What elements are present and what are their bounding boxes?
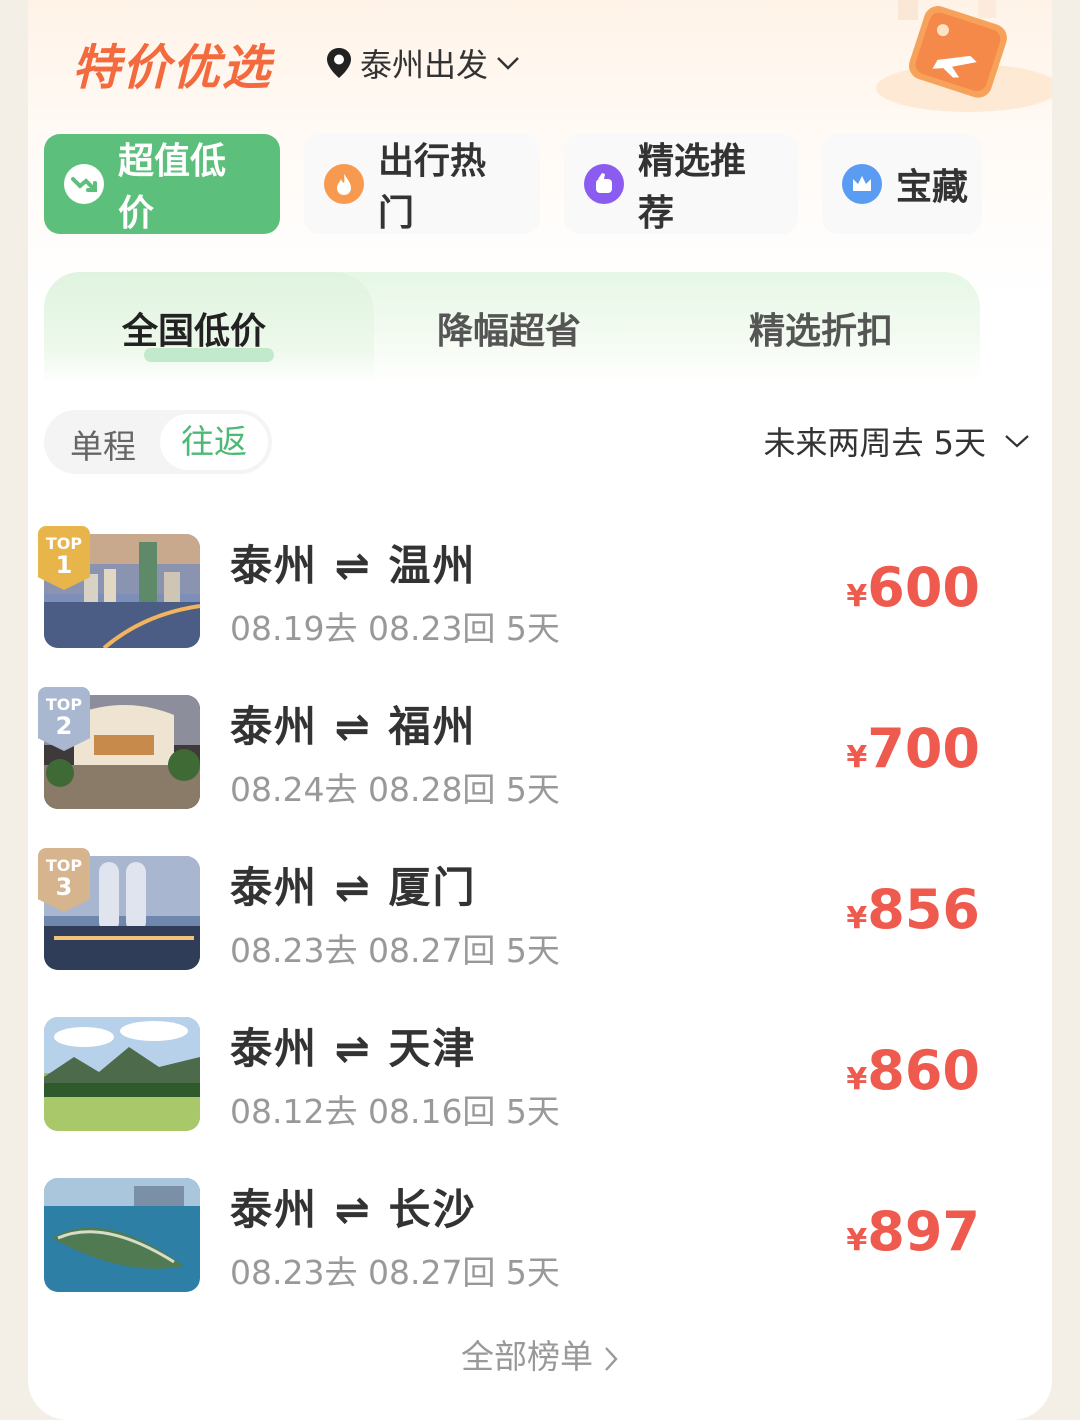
trip-dates: 08.24去 08.28回 5天 (230, 770, 560, 809)
view-all-label: 全部榜单 (461, 1337, 593, 1376)
route-price: ¥897 (846, 1200, 980, 1263)
route-row[interactable]: TOP 2 泰州 ⇌ 福州 08.24去 08.28回 5天 ¥700 (38, 687, 980, 852)
category-tab-label: 出行热门 (378, 141, 487, 234)
route-name: 泰州 ⇌ 福州 (230, 693, 476, 754)
price-value: 897 (867, 1200, 980, 1263)
route-name: 泰州 ⇌ 天津 (230, 1015, 476, 1076)
category-tabs: 超值低价 出行热门 精选推荐 宝藏 (44, 134, 1006, 234)
crown-icon (842, 164, 882, 204)
currency-symbol: ¥ (846, 1223, 868, 1258)
departure-city-label: 泰州出发 (360, 46, 489, 84)
category-tab-label: 超值低价 (118, 141, 227, 234)
origin-city: 泰州 (230, 541, 319, 590)
route-name: 泰州 ⇌ 厦门 (230, 854, 476, 915)
round-trip-option[interactable]: 往返 (160, 414, 268, 470)
route-price: ¥860 (846, 1039, 980, 1102)
price-value: 600 (867, 556, 980, 619)
period-selector[interactable]: 未来两周去 5天 (763, 418, 1030, 464)
destination-image (44, 1017, 200, 1131)
roundtrip-arrow-icon: ⇌ (334, 863, 372, 912)
origin-city: 泰州 (230, 1185, 319, 1234)
route-row[interactable]: TOP 1 泰州 ⇌ 温州 08.19去 08.23回 5天 ¥600 (38, 526, 980, 691)
rank-number: 1 (55, 551, 73, 579)
rank-number: 2 (55, 712, 73, 740)
subtab-national-low[interactable]: 全国低价 (122, 302, 266, 354)
route-price: ¥700 (846, 717, 980, 780)
subtab-bar: 全国低价 降幅超省 精选折扣 (44, 272, 980, 384)
origin-city: 泰州 (230, 863, 319, 912)
origin-city: 泰州 (230, 702, 319, 751)
route-row[interactable]: TOP 3 泰州 ⇌ 厦门 08.23去 08.27回 5天 ¥856 (38, 848, 980, 1013)
page-title: 特价优选 (72, 40, 273, 96)
category-tab-value[interactable]: 超值低价 (44, 134, 280, 234)
roundtrip-arrow-icon: ⇌ (334, 1024, 372, 1073)
category-tab-hot[interactable]: 出行热门 (304, 134, 540, 234)
currency-symbol: ¥ (846, 901, 868, 936)
period-label: 未来两周去 5天 (763, 424, 986, 462)
destination-city: 长沙 (388, 1185, 477, 1234)
flame-icon (324, 164, 364, 204)
trend-down-icon (64, 164, 104, 204)
rank-badge: TOP 2 (38, 687, 90, 751)
roundtrip-arrow-icon: ⇌ (334, 541, 372, 590)
trip-dates: 08.19去 08.23回 5天 (230, 609, 560, 648)
destination-city: 天津 (388, 1024, 477, 1073)
route-name: 泰州 ⇌ 温州 (230, 532, 476, 593)
category-tab-label: 宝藏 (896, 167, 969, 208)
roundtrip-arrow-icon: ⇌ (334, 702, 372, 751)
currency-symbol: ¥ (846, 740, 868, 775)
route-list: TOP 1 泰州 ⇌ 温州 08.19去 08.23回 5天 ¥600 TOP … (38, 526, 980, 1335)
subtab-price-drop[interactable]: 降幅超省 (437, 302, 581, 354)
ticket-illustration-icon (876, 0, 1052, 112)
origin-city: 泰州 (230, 1024, 319, 1073)
route-name: 泰州 ⇌ 长沙 (230, 1176, 476, 1237)
price-value: 856 (867, 878, 980, 941)
departure-city-selector[interactable]: 泰州出发 (326, 40, 528, 86)
chevron-right-icon (605, 1346, 618, 1371)
trip-type-toggle: 单程 往返 (44, 410, 272, 474)
currency-symbol: ¥ (846, 1062, 868, 1097)
rank-badge: TOP 3 (38, 848, 90, 912)
view-all-link[interactable]: 全部榜单 (0, 1330, 1080, 1378)
destination-city: 厦门 (388, 863, 477, 912)
price-value: 860 (867, 1039, 980, 1102)
location-pin-icon (327, 48, 351, 78)
route-price: ¥600 (846, 556, 980, 619)
category-tab-recommended[interactable]: 精选推荐 (564, 134, 798, 234)
header: 特价优选 (72, 28, 272, 98)
rank-badge: TOP 1 (38, 526, 90, 590)
chevron-down-icon (1005, 435, 1029, 448)
route-row[interactable]: 泰州 ⇌ 长沙 08.23去 08.27回 5天 ¥897 (44, 1174, 980, 1335)
price-value: 700 (867, 717, 980, 780)
route-price: ¥856 (846, 878, 980, 941)
thumb-icon (584, 164, 624, 204)
destination-city: 福州 (388, 702, 477, 751)
route-row[interactable]: 泰州 ⇌ 天津 08.12去 08.16回 5天 ¥860 (44, 1013, 980, 1174)
chevron-down-icon (497, 57, 519, 70)
one-way-option[interactable]: 单程 (70, 420, 136, 468)
destination-image (44, 1178, 200, 1292)
trip-dates: 08.23去 08.27回 5天 (230, 931, 560, 970)
currency-symbol: ¥ (846, 579, 868, 614)
trip-dates: 08.23去 08.27回 5天 (230, 1253, 560, 1292)
destination-city: 温州 (388, 541, 477, 590)
category-tab-treasure[interactable]: 宝藏 (822, 134, 982, 234)
trip-dates: 08.12去 08.16回 5天 (230, 1092, 560, 1131)
rank-number: 3 (55, 873, 73, 901)
category-tab-label: 精选推荐 (638, 141, 747, 234)
subtab-discount[interactable]: 精选折扣 (749, 302, 893, 354)
roundtrip-arrow-icon: ⇌ (334, 1185, 372, 1234)
